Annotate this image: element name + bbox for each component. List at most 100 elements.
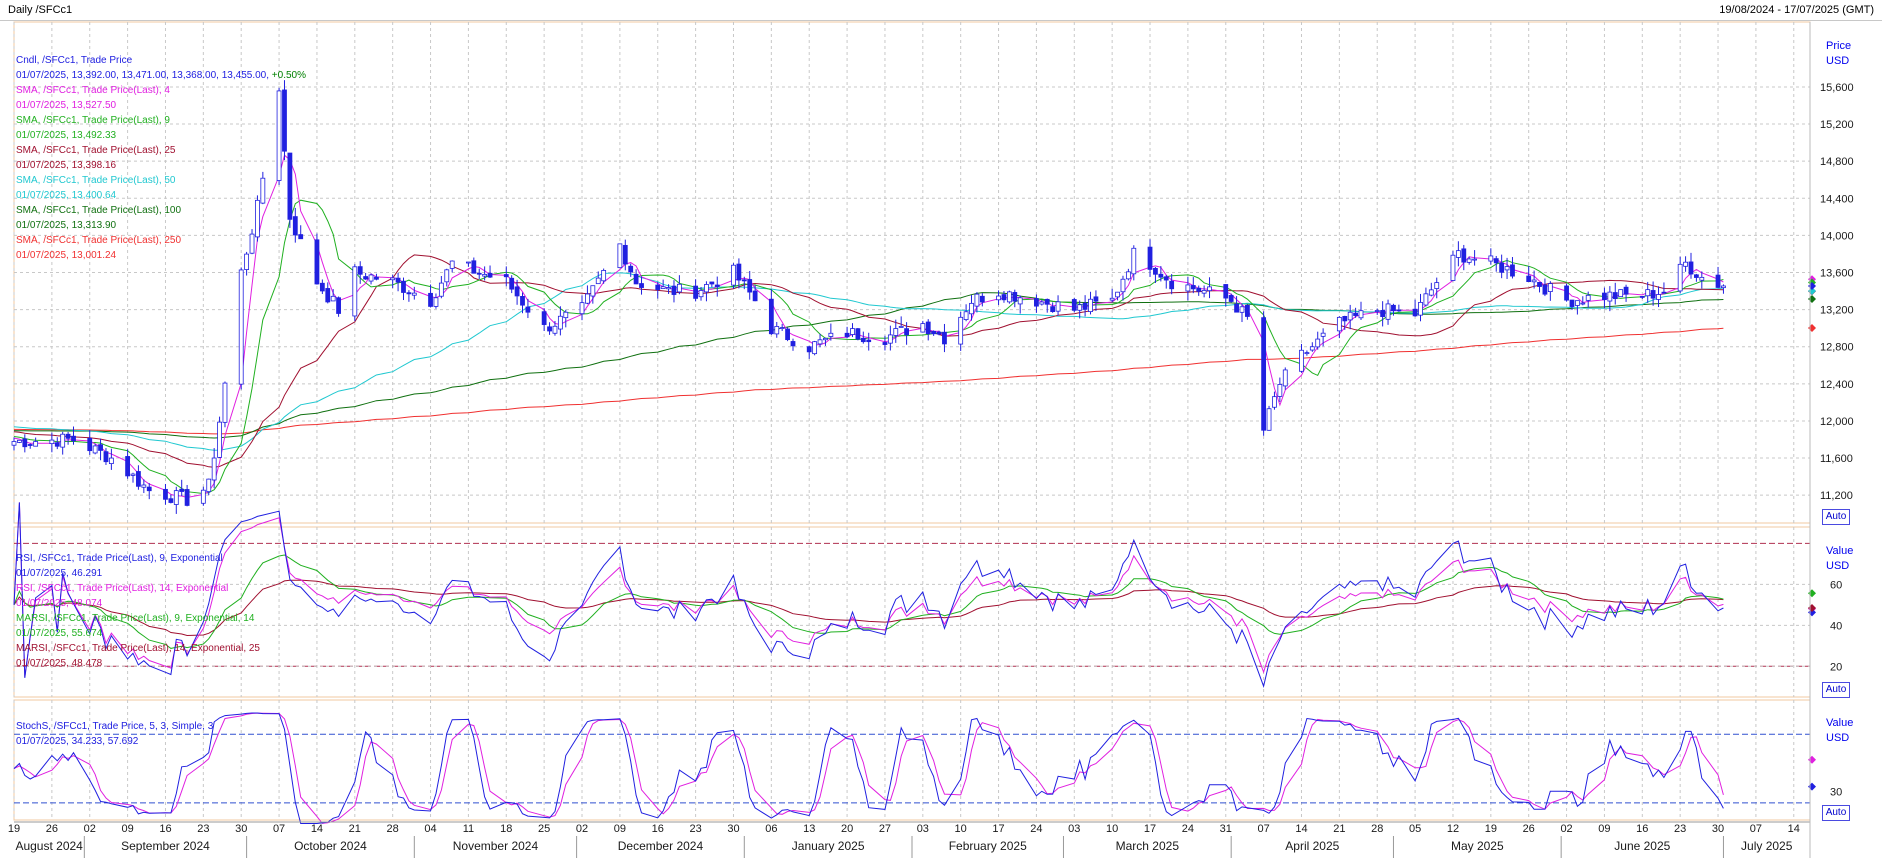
price-tick-label: 12,400	[1820, 379, 1854, 391]
candle-body	[866, 339, 872, 343]
candle-body	[1585, 294, 1591, 301]
candle-body	[1542, 284, 1548, 295]
month-label: November 2024	[453, 839, 539, 853]
candle-body	[1272, 396, 1277, 408]
price-tick-label: 13,600	[1820, 268, 1854, 280]
candle-body	[741, 279, 747, 282]
candle-body	[1564, 285, 1569, 301]
candle-body	[1012, 292, 1018, 302]
legend-line: 01/07/2025, 13,001.24	[16, 248, 306, 263]
candle-body	[817, 339, 823, 345]
candle-body	[390, 277, 396, 281]
legend-line: 01/07/2025, 13,398.16	[16, 158, 306, 173]
legend-text: 01/07/2025, 13,001.24	[16, 250, 117, 261]
candle-body	[979, 295, 985, 303]
candle-body	[812, 341, 818, 355]
candle-body	[1115, 291, 1120, 298]
candle-body	[406, 292, 412, 295]
candle-body	[893, 328, 899, 336]
candle-body	[428, 292, 433, 307]
price-tick-label: 15,600	[1820, 82, 1854, 94]
x-tick-label: 04	[424, 823, 436, 835]
candle-body	[1650, 290, 1656, 299]
legend-text: SMA, /SFCc1, Trade Price(Last), 250	[16, 235, 182, 246]
candle-body	[1531, 279, 1537, 283]
candle-body	[1034, 298, 1039, 307]
legend-text: StochS, /SFCc1, Trade Price, 5, 3, Simpl…	[16, 721, 214, 732]
legend-line: SMA, /SFCc1, Trade Price(Last), 9	[16, 113, 306, 128]
legend-text: SMA, /SFCc1, Trade Price(Last), 100	[16, 205, 182, 216]
rsi-legend: RSI, /SFCc1, Trade Price(Last), 9, Expon…	[16, 551, 260, 671]
candle-body	[1385, 303, 1391, 320]
candle-body	[125, 456, 131, 477]
x-tick-label: 30	[235, 823, 247, 835]
candle-body	[49, 439, 55, 444]
candle-body	[1380, 310, 1386, 317]
price-auto-scale-button[interactable]: Auto	[1822, 509, 1850, 525]
x-tick-label: 14	[311, 823, 323, 835]
candle-body	[790, 341, 796, 347]
candle-body	[98, 444, 103, 451]
legend-text: 01/07/2025, 13,527.50	[16, 100, 117, 111]
candle-body	[514, 286, 520, 297]
x-tick-label: 14	[1788, 823, 1800, 835]
candle-body	[1683, 261, 1688, 267]
candle-body	[1607, 291, 1613, 302]
x-tick-label: 05	[1409, 823, 1421, 835]
x-tick-label: 12	[1447, 823, 1459, 835]
candle-body	[1153, 267, 1158, 275]
candle-body	[11, 441, 17, 446]
candle-body	[855, 328, 861, 340]
candle-body	[1510, 264, 1515, 277]
candle-body	[33, 441, 39, 447]
candle-body	[704, 284, 709, 293]
candle-body	[1109, 297, 1115, 301]
candle-body	[1537, 282, 1542, 287]
rsi-auto-scale-button[interactable]: Auto	[1822, 682, 1850, 698]
month-label: April 2025	[1285, 839, 1339, 853]
month-label: February 2025	[949, 839, 1027, 853]
candle-body	[1304, 352, 1310, 355]
candle-body	[1223, 284, 1229, 299]
legend-text: SMA, /SFCc1, Trade Price(Last), 50	[16, 175, 176, 186]
candle-body	[238, 269, 244, 385]
candle-body	[1342, 316, 1348, 322]
candle-body	[974, 293, 980, 307]
x-tick-label: 26	[46, 823, 58, 835]
candle-body	[774, 326, 780, 335]
candle-body	[931, 330, 937, 335]
candle-body	[1374, 310, 1380, 312]
legend-line: SMA, /SFCc1, Trade Price(Last), 250	[16, 233, 306, 248]
legend-line: 01/07/2025, 13,400.64	[16, 188, 306, 203]
candle-body	[1677, 263, 1683, 292]
candle-body	[1450, 254, 1456, 281]
legend-line: 01/07/2025, 13,392.00, 13,471.00, 13,368…	[16, 68, 306, 83]
legend-line: MARSI, /SFCc1, Trade Price(Last), 9, Exp…	[16, 611, 260, 626]
candle-body	[211, 457, 217, 481]
candle-body	[882, 342, 888, 345]
x-tick-label: 27	[879, 823, 891, 835]
x-tick-label: 07	[1258, 823, 1270, 835]
x-tick-label: 30	[1712, 823, 1724, 835]
candle-body	[617, 243, 623, 269]
candle-body	[103, 451, 109, 463]
candle-body	[1661, 291, 1667, 294]
candle-body	[731, 264, 736, 286]
candle-body	[449, 260, 455, 269]
candle-body	[1499, 262, 1505, 273]
price-tick-label: 11,200	[1820, 490, 1853, 502]
candle-body	[1147, 246, 1153, 270]
candle-body	[352, 266, 358, 317]
candle-body	[1320, 332, 1326, 337]
candle-body	[1461, 248, 1467, 263]
candle-body	[1093, 296, 1099, 302]
candle-body	[1618, 289, 1624, 298]
month-label: October 2024	[294, 839, 367, 853]
candle-body	[87, 437, 93, 452]
candle-body	[1715, 274, 1721, 288]
stoch-auto-scale-button[interactable]: Auto	[1822, 805, 1850, 821]
candle-body	[1418, 302, 1423, 316]
x-tick-label: 10	[955, 823, 967, 835]
candle-body	[1612, 292, 1618, 299]
candle-body	[547, 326, 552, 332]
